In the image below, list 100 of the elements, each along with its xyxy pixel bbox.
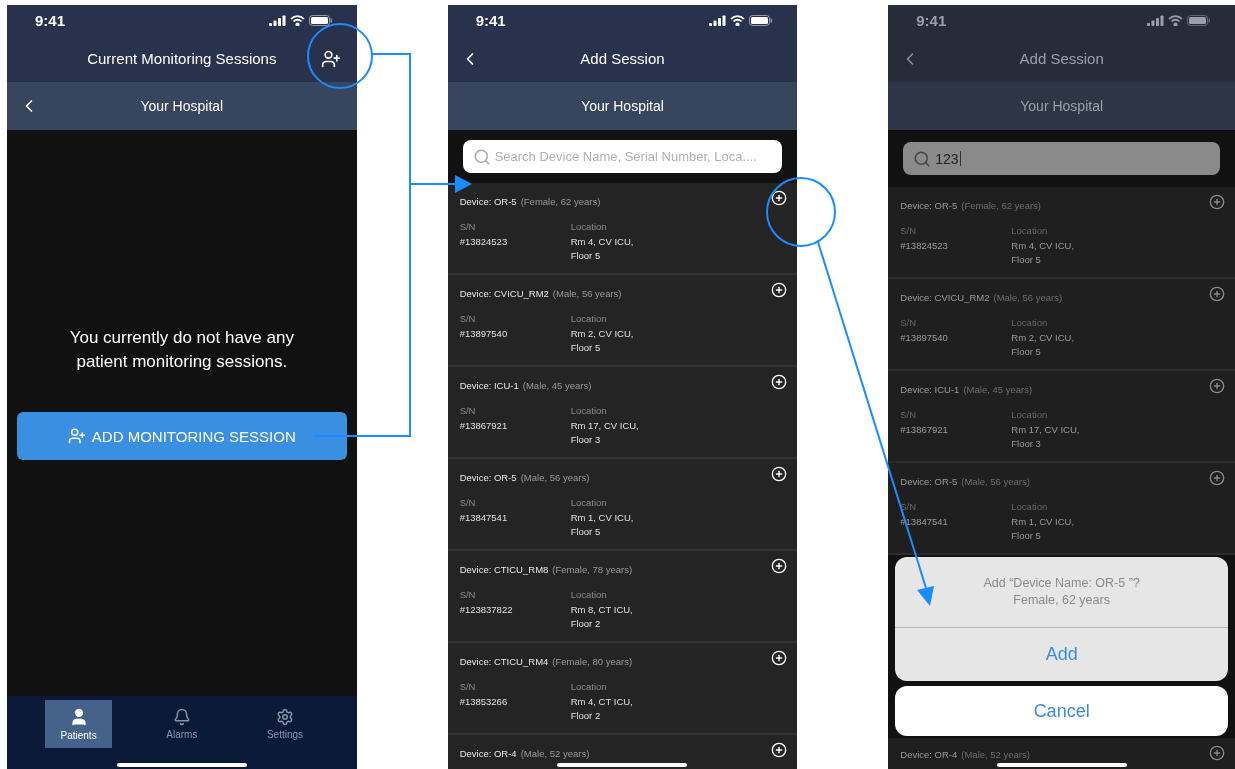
device-row[interactable]: Device: CVICU_RM2 (Male, 56 years) S/N Location #13897540 Rm 2, CV ICU, Floor 5 bbox=[888, 279, 1235, 371]
device-name: Device: CTICU_RM8 bbox=[459, 563, 549, 575]
serial-number: #13897540 bbox=[459, 327, 509, 341]
device-name: Device: CVICU_RM2 bbox=[459, 287, 549, 299]
status-time: 9:41 bbox=[475, 11, 506, 29]
plus-circle-icon bbox=[1209, 378, 1225, 394]
location-label: Location bbox=[1011, 317, 1049, 328]
device-row[interactable]: Device: OR-4 (Male, 52 years) bbox=[447, 735, 798, 769]
device-row[interactable]: Device: OR-5 (Male, 56 years) S/N Location #13847541 Rm 1, CV ICU, Floor 5 bbox=[447, 459, 798, 551]
battery-icon bbox=[1187, 14, 1211, 26]
search-icon bbox=[472, 147, 491, 166]
user-plus-icon bbox=[67, 427, 86, 445]
plus-circle-icon bbox=[771, 466, 788, 482]
device-name: Device: OR-5 bbox=[459, 195, 517, 207]
device-row[interactable]: Device: OR-5 (Female, 62 years) S/N Location #13824523 Rm 4, CV ICU, Floor 5 bbox=[888, 187, 1235, 279]
device-row[interactable]: Device: CVICU_RM2 (Male, 56 years) S/N Location #13897540 Rm 2, CV ICU, Floor 5 bbox=[447, 275, 798, 367]
patient-info: (Male, 52 years) bbox=[961, 748, 1030, 760]
device-name: Device: CTICU_RM4 bbox=[459, 655, 549, 667]
location-text: Rm 17, CV ICU, Floor 3 bbox=[1011, 423, 1081, 451]
hospital-name: Your Hospital bbox=[1020, 98, 1104, 114]
device-name: Device: OR-5 bbox=[900, 475, 958, 487]
patient-info: (Male, 45 years) bbox=[963, 383, 1033, 395]
empty-message: You currently do not have any patient monitoring sessions. bbox=[68, 327, 295, 373]
device-row[interactable]: Device: OR-4 (Male, 52 years) bbox=[888, 738, 1235, 769]
screen-title: Add Session bbox=[580, 50, 665, 67]
serial-number: #13824523 bbox=[900, 239, 949, 253]
location-text: Rm 17, CV ICU, Floor 3 bbox=[570, 419, 640, 447]
location-text: Rm 2, CV ICU, Floor 5 bbox=[1011, 331, 1076, 359]
tab[interactable]: Settings bbox=[251, 700, 319, 748]
location-text: Rm 2, CV ICU, Floor 5 bbox=[570, 327, 635, 355]
patient-info: (Male, 56 years) bbox=[993, 291, 1063, 303]
plus-circle-icon bbox=[1209, 745, 1225, 761]
location-text: Rm 4, CV ICU, Floor 5 bbox=[570, 235, 635, 263]
tab[interactable]: Alarms bbox=[148, 700, 216, 748]
location-label: Location bbox=[1011, 225, 1049, 236]
screen-title: Current Monitoring Sessions bbox=[87, 50, 277, 67]
location-label: Location bbox=[570, 497, 608, 508]
search-field[interactable]: 123 bbox=[903, 142, 1220, 175]
search-input[interactable]: Search Device Name, Serial Number, Loca.... bbox=[494, 149, 773, 164]
plus-circle-icon bbox=[771, 650, 788, 666]
serial-number: #13847541 bbox=[459, 511, 509, 525]
plus-circle-icon bbox=[771, 190, 788, 206]
status-time: 9:41 bbox=[35, 11, 66, 29]
bell-icon bbox=[172, 708, 191, 726]
location-text: Rm 1, CV ICU, Floor 5 bbox=[570, 511, 635, 539]
battery-icon bbox=[749, 14, 774, 26]
device-row[interactable]: Device: ICU-1 (Male, 45 years) S/N Location #13867921 Rm 17, CV ICU, Floor 3 bbox=[447, 367, 798, 459]
location-text: Rm 4, CT ICU, Floor 2 bbox=[570, 695, 634, 723]
serial-label: S/N bbox=[459, 681, 477, 692]
serial-label: S/N bbox=[900, 317, 918, 328]
add-session-button[interactable]: ADD MONITORING SESSION bbox=[16, 412, 347, 460]
serial-label: S/N bbox=[900, 409, 918, 420]
screen-title: Add Session bbox=[1019, 50, 1104, 67]
search-field[interactable]: Search Device Name, Serial Number, Loca.... bbox=[462, 140, 783, 173]
location-text: Rm 1, CV ICU, Floor 5 bbox=[1011, 515, 1076, 543]
text-cursor bbox=[959, 151, 961, 166]
search-icon bbox=[913, 149, 932, 168]
hospital-name: Your Hospital bbox=[140, 98, 224, 114]
device-name: Device: CVICU_RM2 bbox=[900, 291, 990, 303]
location-label: Location bbox=[570, 405, 608, 416]
plus-circle-icon bbox=[1209, 286, 1225, 302]
settings-icon bbox=[276, 708, 294, 726]
device-name: Device: OR-5 bbox=[900, 199, 958, 211]
hospital-name: Your Hospital bbox=[581, 98, 664, 114]
patient-info: (Female, 80 years) bbox=[552, 655, 633, 667]
serial-number: #13853266 bbox=[459, 695, 509, 709]
device-row[interactable]: Device: OR-5 (Female, 62 years) S/N Location #13824523 Rm 4, CV ICU, Floor 5 bbox=[447, 183, 798, 275]
location-label: Location bbox=[570, 221, 608, 232]
device-name: Device: OR-4 bbox=[459, 747, 517, 759]
device-name: Device: OR-5 bbox=[459, 471, 517, 483]
signal-icon bbox=[1147, 14, 1164, 26]
location-label: Location bbox=[570, 681, 608, 692]
serial-number: #13897540 bbox=[900, 331, 949, 345]
patient-info: (Female, 62 years) bbox=[520, 195, 601, 207]
location-label: Location bbox=[1011, 501, 1049, 512]
battery-icon bbox=[308, 14, 333, 26]
plus-circle-icon bbox=[771, 558, 788, 574]
location-text: Rm 4, CV ICU, Floor 5 bbox=[1011, 239, 1076, 267]
plus-circle-icon bbox=[771, 742, 788, 758]
patient-info: (Female, 62 years) bbox=[961, 199, 1042, 211]
tab[interactable]: Patients bbox=[45, 700, 113, 748]
serial-number: #13824523 bbox=[459, 235, 509, 249]
plus-circle-icon bbox=[771, 282, 788, 298]
serial-number: #13867921 bbox=[459, 419, 509, 433]
patient-info: (Male, 56 years) bbox=[552, 287, 622, 299]
wifi-icon bbox=[1168, 14, 1183, 26]
location-label: Location bbox=[1011, 409, 1049, 420]
serial-label: S/N bbox=[459, 497, 477, 508]
plus-circle-icon bbox=[1209, 470, 1225, 486]
highlight-circle bbox=[307, 23, 373, 89]
device-row[interactable]: Device: ICU-1 (Male, 45 years) S/N Location #13867921 Rm 17, CV ICU, Floor 3 bbox=[888, 371, 1235, 463]
device-row[interactable]: Device: CTICU_RM8 (Female, 78 years) S/N Location #123837822 Rm 8, CT ICU, Floor 2 bbox=[447, 551, 798, 643]
patient-info: (Male, 56 years) bbox=[520, 471, 590, 483]
highlight-circle bbox=[766, 177, 836, 247]
serial-number: #123837822 bbox=[459, 603, 514, 617]
serial-label: S/N bbox=[459, 589, 477, 600]
cancel-button[interactable]: Cancel bbox=[895, 686, 1228, 736]
patient-info: (Male, 45 years) bbox=[522, 379, 592, 391]
device-row[interactable]: Device: CTICU_RM4 (Female, 80 years) S/N Location #13853266 Rm 4, CT ICU, Floor 2 bbox=[447, 643, 798, 735]
patient-info: (Male, 56 years) bbox=[961, 475, 1030, 487]
